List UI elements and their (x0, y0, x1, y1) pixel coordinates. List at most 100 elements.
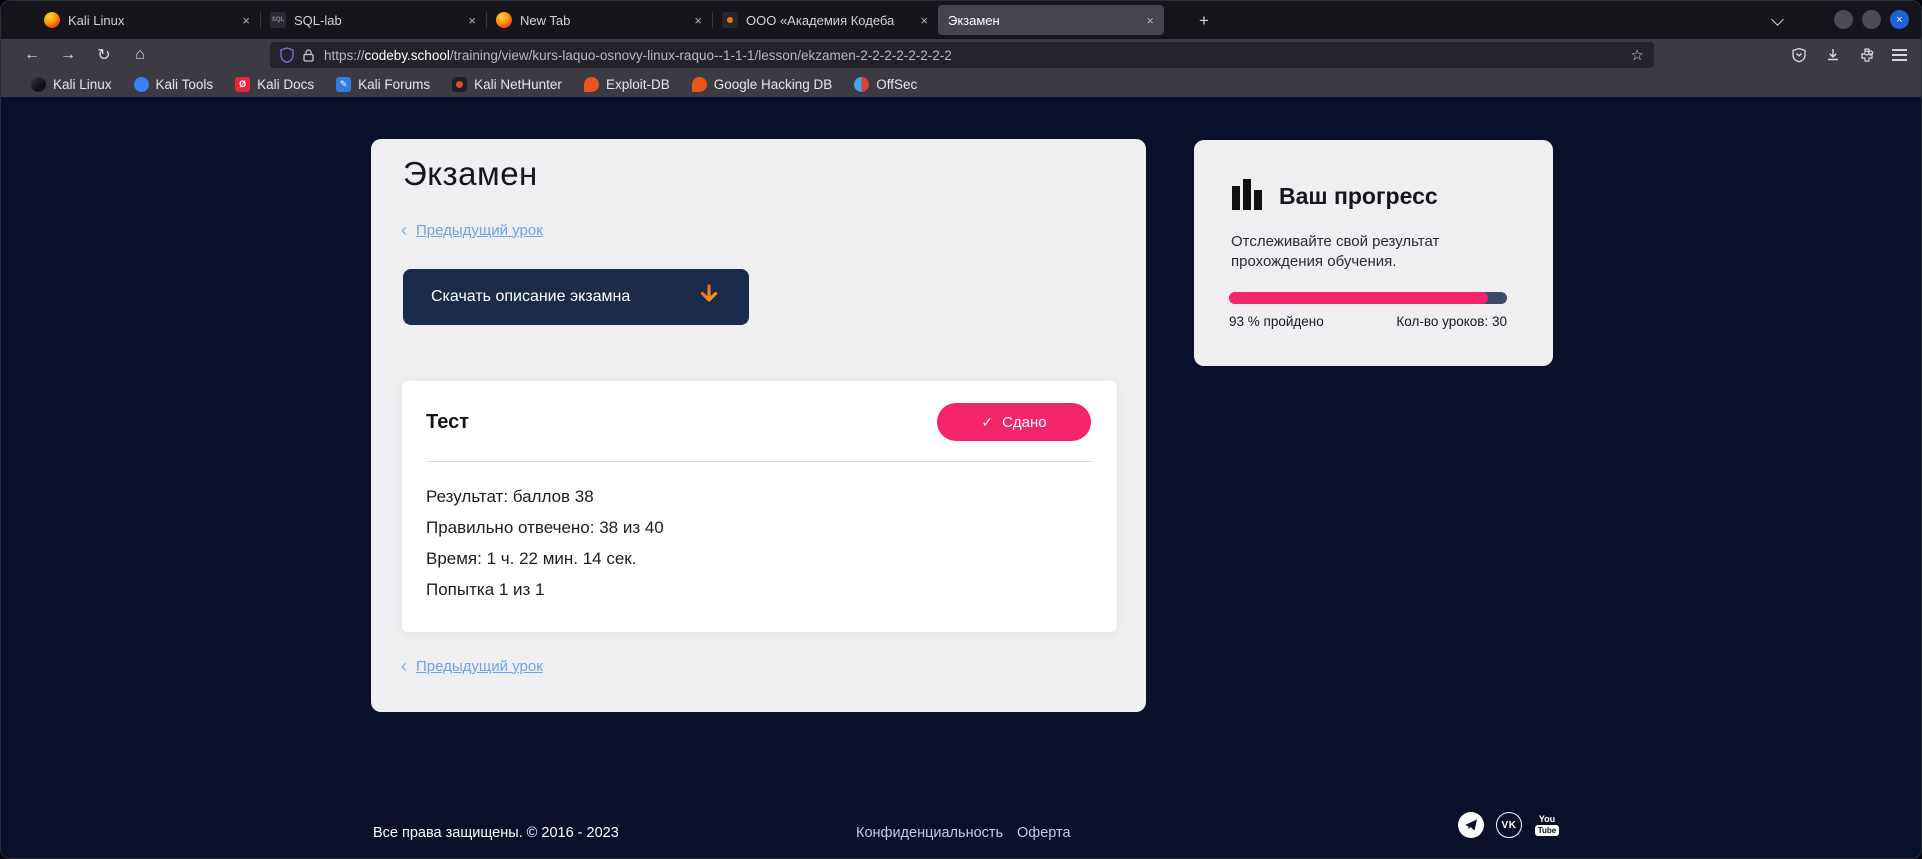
bookmark-kali-nethunter[interactable]: Kali NetHunter (452, 77, 562, 92)
bookmark-kali-forums[interactable]: ✎ Kali Forums (336, 77, 430, 92)
chevron-left-icon: ‹ (401, 221, 407, 239)
footer-copyright: Все права защищены. © 2016 - 2023 (373, 825, 619, 841)
progress-labels: 93 % пройдено Кол-во уроков: 30 (1229, 314, 1507, 329)
bookmark-kali-docs[interactable]: ØKali Docs (235, 77, 314, 92)
tab-close-icon[interactable]: × (694, 13, 702, 28)
back-icon[interactable]: ← (17, 39, 47, 71)
bookmark-label: Kali Linux (53, 77, 112, 92)
test-title: Тест (426, 411, 469, 434)
codeby-icon (722, 12, 738, 28)
exam-card: Экзамен ‹ Предыдущий урок Скачать описан… (371, 139, 1146, 712)
download-button-label: Скачать описание экзамна (431, 288, 697, 306)
progress-bar (1229, 292, 1507, 304)
offsec-icon (854, 77, 869, 92)
previous-lesson-label: Предыдущий урок (416, 222, 543, 239)
offer-link[interactable]: Оферта (1017, 825, 1071, 841)
tab-new-tab[interactable]: New Tab × (486, 5, 712, 35)
url-prefix: https:// (324, 48, 365, 63)
tab-close-icon[interactable]: × (468, 13, 476, 28)
forward-icon[interactable]: → (53, 39, 83, 71)
download-icon (697, 284, 721, 310)
bookmark-kali-tools[interactable]: Kali Tools (134, 77, 214, 92)
extension-shield-icon[interactable] (1790, 47, 1807, 64)
status-badge-label: Сдано (1002, 414, 1047, 431)
result-score-line: Результат: баллов 38 (426, 487, 594, 507)
url-text[interactable]: https://codeby.school/training/view/kurs… (324, 48, 1623, 63)
minimize-button[interactable] (1834, 10, 1853, 29)
reload-icon[interactable]: ↻ (89, 39, 119, 71)
tab-bar: Kali Linux × SQL SQL-lab × New Tab × ООО… (1, 1, 1921, 39)
progress-header: Ваш прогресс (1231, 178, 1438, 210)
previous-lesson-link-top[interactable]: ‹ Предыдущий урок (401, 221, 543, 239)
bookmark-offsec[interactable]: OffSec (854, 77, 917, 92)
telegram-icon[interactable] (1458, 812, 1484, 838)
tab-close-icon[interactable]: × (920, 13, 928, 28)
bookmarks-bar: Kali Linux Kali Tools ØKali Docs ✎ Kali F… (1, 71, 1921, 97)
tab-sql-lab[interactable]: SQL SQL-lab × (260, 5, 486, 35)
bookmark-label: Kali Docs (257, 77, 314, 92)
new-tab-button[interactable]: + (1191, 8, 1217, 34)
tab-kali-linux[interactable]: Kali Linux × (34, 5, 260, 35)
bookmark-label: OffSec (876, 77, 917, 92)
bookmark-label: Kali NetHunter (474, 77, 562, 92)
url-domain: codeby.school (365, 48, 450, 63)
maximize-button[interactable] (1862, 10, 1881, 29)
close-window-button[interactable]: × (1890, 10, 1909, 29)
tab-title: Экзамен (948, 13, 1138, 28)
test-result-card: Тест ✓ Сдано Результат: баллов 38 Правил… (402, 381, 1117, 632)
tab-codeby-academy[interactable]: ООО «Академия Кодеба × (712, 5, 938, 35)
tab-close-icon[interactable]: × (1146, 13, 1154, 28)
privacy-link[interactable]: Конфиденциальность (856, 825, 1003, 841)
progress-bar-fill (1229, 292, 1488, 304)
tracking-protection-shield-icon[interactable] (280, 47, 294, 63)
tab-title: Kali Linux (68, 13, 234, 28)
youtube-icon[interactable]: You Tube (1534, 812, 1560, 838)
bookmark-star-icon[interactable]: ☆ (1631, 46, 1644, 64)
tab-title: ООО «Академия Кодеба (746, 13, 912, 28)
divider (426, 461, 1093, 462)
kali-forums-icon: ✎ (336, 77, 351, 92)
kali-tools-icon (134, 77, 149, 92)
list-all-tabs-chevron-icon[interactable] (1773, 15, 1784, 26)
previous-lesson-label: Предыдущий урок (416, 658, 543, 675)
social-icons: VK You Tube (1458, 812, 1560, 838)
progress-description: Отслеживайте свой результат прохождения … (1231, 232, 1481, 272)
home-icon[interactable]: ⌂ (125, 39, 155, 71)
check-icon: ✓ (981, 414, 993, 431)
url-bar[interactable]: https://codeby.school/training/view/kurs… (270, 42, 1654, 68)
page-title: Экзамен (403, 155, 538, 193)
bar-chart-icon (1231, 178, 1263, 210)
navigation-toolbar: ← → ↻ ⌂ https://codeby.school/training/v… (1, 39, 1921, 71)
progress-card: Ваш прогресс Отслеживайте свой результат… (1194, 140, 1553, 366)
chevron-down-icon (1771, 13, 1784, 26)
browser-window: Kali Linux × SQL SQL-lab × New Tab × ООО… (0, 0, 1922, 859)
download-exam-description-button[interactable]: Скачать описание экзамна (403, 269, 749, 325)
progress-title: Ваш прогресс (1279, 183, 1438, 210)
result-correct-line: Правильно отвечено: 38 из 40 (426, 518, 664, 538)
bookmark-kali-linux[interactable]: Kali Linux (31, 77, 112, 92)
padlock-icon[interactable] (303, 49, 314, 62)
menu-hamburger-icon[interactable] (1892, 49, 1907, 51)
tab-title: SQL-lab (294, 13, 460, 28)
tab-ekzamen-active[interactable]: Экзамен × (938, 5, 1164, 35)
progress-percent-label: 93 % пройдено (1229, 314, 1324, 329)
kali-dragon-icon (31, 77, 46, 92)
extensions-puzzle-icon[interactable] (1858, 47, 1875, 64)
youtube-tube-text: Tube (1535, 825, 1560, 836)
google-hacking-db-bird-icon (692, 77, 707, 92)
bookmark-exploit-db[interactable]: Exploit-DB (584, 77, 670, 92)
sql-site-icon: SQL (270, 12, 286, 28)
toolbar-right-icons (1790, 39, 1907, 71)
status-badge: ✓ Сдано (937, 403, 1091, 441)
bookmark-google-hacking-db[interactable]: Google Hacking DB (692, 77, 833, 92)
tab-close-icon[interactable]: × (242, 13, 250, 28)
exploit-db-bird-icon (584, 77, 599, 92)
vk-icon[interactable]: VK (1496, 812, 1522, 838)
bookmark-label: Google Hacking DB (714, 77, 833, 92)
bookmark-label: Kali Tools (156, 77, 214, 92)
url-path: /training/view/kurs-laquo-osnovy-linux-r… (450, 48, 952, 63)
downloads-icon[interactable] (1824, 47, 1841, 64)
previous-lesson-link-bottom[interactable]: ‹ Предыдущий урок (401, 657, 543, 675)
bookmark-label: Kali Forums (358, 77, 430, 92)
lessons-count-label: Кол-во уроков: 30 (1396, 314, 1507, 329)
